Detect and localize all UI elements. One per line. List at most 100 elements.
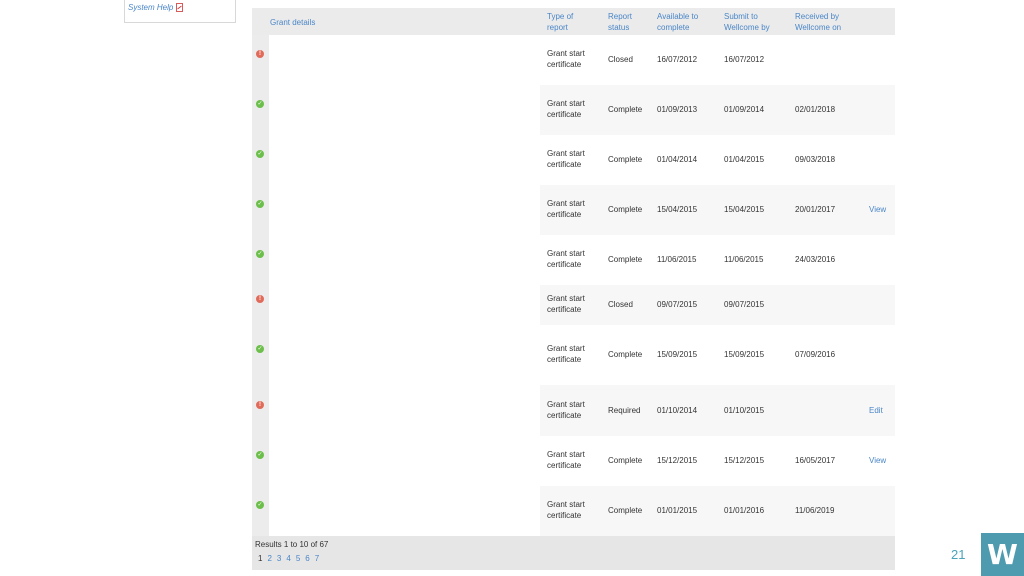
received-on-date-cell: 11/06/2019 — [795, 506, 835, 515]
submit-by-date-cell: 11/06/2015 — [724, 255, 764, 264]
received-on-date-cell: 02/01/2018 — [795, 105, 836, 114]
row-gutter — [252, 486, 269, 536]
check-icon-glyph: ✓ — [257, 452, 263, 458]
received-on-date-cell: 09/03/2018 — [795, 155, 836, 164]
report-type-cell: Grant start certificate — [547, 343, 585, 365]
grant-details-cell — [269, 385, 540, 436]
report-type-line1: Grant start — [547, 500, 585, 509]
system-help-link[interactable]: System Help — [128, 3, 184, 12]
report-status-cell: Complete — [608, 205, 643, 214]
header-recv-line2: Wellcome on — [795, 23, 842, 32]
report-type-cell: Grant start certificate — [547, 148, 585, 170]
grant-details-cell — [269, 285, 540, 325]
report-type-line2: certificate — [547, 60, 582, 69]
available-date-cell: 09/07/2015 — [657, 300, 698, 309]
report-status-cell: Closed — [608, 300, 633, 309]
check-icon: ✓ — [256, 200, 264, 208]
header-type-line2: report — [547, 23, 568, 32]
grant-details-cell — [269, 235, 540, 285]
row-action-link[interactable]: Edit — [869, 405, 883, 416]
error-icon-glyph: ! — [259, 401, 261, 408]
row-gutter — [252, 185, 269, 235]
submit-by-date-cell: 16/07/2012 — [724, 55, 765, 64]
check-icon-glyph: ✓ — [257, 502, 263, 508]
page-link-4[interactable]: 4 — [286, 554, 290, 563]
reports-table: Grant details Type of report Report stat… — [252, 8, 895, 570]
pdf-icon — [176, 3, 184, 12]
grant-details-cell — [269, 85, 540, 135]
report-type-line2: certificate — [547, 305, 582, 314]
check-icon-glyph: ✓ — [257, 101, 263, 107]
sidebar-panel: System Help — [124, 0, 236, 23]
report-type-line2: certificate — [547, 355, 582, 364]
page-link-1[interactable]: 1 — [258, 554, 262, 563]
page-link-2[interactable]: 2 — [267, 554, 271, 563]
table-row: ✓ Grant start certificate Complete 01/01/201… — [252, 486, 895, 536]
error-icon-glyph: ! — [259, 51, 261, 57]
header-status-line1: Report — [608, 12, 633, 21]
report-status-cell: Required — [608, 405, 641, 415]
header-submit-by[interactable]: Submit to Wellcome by — [724, 11, 770, 33]
report-type-line1: Grant start — [547, 99, 585, 108]
header-submit-line2: Wellcome by — [724, 23, 770, 32]
page-link-7[interactable]: 7 — [315, 554, 319, 563]
header-received-on[interactable]: Received by Wellcome on — [795, 11, 841, 33]
table-row: ✓ Grant start certificate Complete 15/04/201… — [252, 185, 895, 235]
header-type-of-report[interactable]: Type of report — [547, 11, 573, 33]
submit-by-date-cell: 15/12/2015 — [724, 456, 765, 465]
report-status-cell: Complete — [608, 350, 643, 359]
error-icon-glyph: ! — [259, 296, 261, 302]
report-type-line1: Grant start — [547, 450, 585, 459]
report-type-cell: Grant start certificate — [547, 198, 585, 220]
available-date-cell: 11/06/2015 — [657, 255, 697, 264]
check-icon: ✓ — [256, 501, 264, 509]
report-type-cell: Grant start certificate — [547, 399, 585, 421]
header-recv-line1: Received by — [795, 12, 840, 21]
table-row: ✓ Grant start certificate Complete 15/09/201… — [252, 325, 895, 385]
header-grant-details[interactable]: Grant details — [270, 17, 315, 28]
header-avail-line2: complete — [657, 23, 690, 32]
row-gutter — [252, 135, 269, 185]
available-date-cell: 15/04/2015 — [657, 205, 698, 214]
header-avail-line1: Available to — [657, 12, 699, 21]
report-status-cell: Complete — [608, 105, 643, 114]
system-help-label: System Help — [128, 3, 174, 12]
table-row: ✓ Grant start certificate Complete 01/04/201… — [252, 135, 895, 185]
grant-details-cell — [269, 35, 540, 85]
page-link-3[interactable]: 3 — [277, 554, 281, 563]
submit-by-date-cell: 01/10/2015 — [724, 405, 765, 415]
table-row: ✓ Grant start certificate Complete 01/09/201… — [252, 85, 895, 135]
page-link-5[interactable]: 5 — [296, 554, 300, 563]
check-icon-glyph: ✓ — [257, 346, 263, 352]
table-header: Grant details Type of report Report stat… — [252, 8, 895, 35]
report-type-cell: Grant start certificate — [547, 98, 585, 120]
submit-by-date-cell: 01/01/2016 — [724, 506, 765, 515]
error-icon: ! — [256, 295, 264, 303]
header-available-to-complete[interactable]: Available to complete — [657, 11, 698, 33]
submit-by-date-cell: 09/07/2015 — [724, 300, 765, 309]
received-on-date-cell: 24/03/2016 — [795, 255, 836, 264]
grant-details-cell — [269, 436, 540, 486]
row-gutter — [252, 385, 269, 436]
report-type-line1: Grant start — [547, 294, 585, 303]
received-on-date-cell: 16/05/2017 — [795, 456, 836, 465]
row-action-link[interactable]: View — [869, 455, 886, 466]
grant-details-cell — [269, 325, 540, 385]
table-footer: Results 1 to 10 of 67 1234567 — [252, 536, 895, 570]
check-icon-glyph: ✓ — [257, 201, 263, 207]
page-link-6[interactable]: 6 — [305, 554, 309, 563]
report-status-cell: Closed — [608, 55, 633, 64]
table-row: ! Grant start certificate Required 01/10/201… — [252, 385, 895, 436]
row-action-link[interactable]: View — [869, 204, 886, 215]
table-row: ! Grant start certificate Closed 09/07/2015 0… — [252, 285, 895, 325]
grant-details-cell — [269, 486, 540, 536]
check-icon: ✓ — [256, 100, 264, 108]
report-type-line2: certificate — [547, 210, 582, 219]
header-report-status[interactable]: Report status — [608, 11, 632, 33]
row-gutter — [252, 85, 269, 135]
report-type-line2: certificate — [547, 110, 582, 119]
wellcome-logo: W — [981, 533, 1024, 576]
check-icon: ✓ — [256, 451, 264, 459]
header-submit-line1: Submit to — [724, 12, 758, 21]
submit-by-date-cell: 15/04/2015 — [724, 205, 765, 214]
